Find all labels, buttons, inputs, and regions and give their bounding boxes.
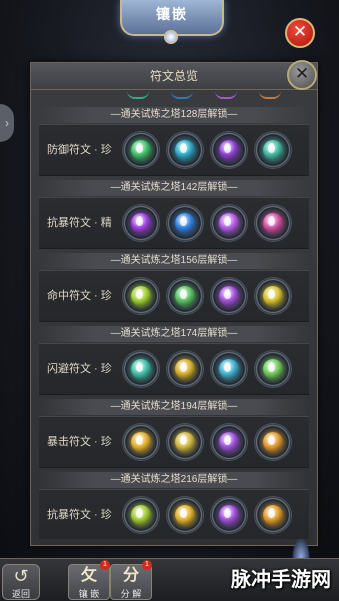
unlock-requirement: —通关试炼之塔128层解锁— — [39, 107, 309, 123]
rune-row: 暴击符文 · 珍 — [39, 416, 309, 468]
rune-gem-icon[interactable] — [211, 497, 247, 533]
tab-inlay-label: 镶 嵌 — [78, 589, 100, 599]
close-window-button[interactable]: ✕ — [285, 18, 315, 48]
rune-gem-icon[interactable] — [123, 278, 159, 314]
rune-name: 抗暴符文 · 精 — [47, 217, 112, 229]
rune-gem-icon[interactable] — [255, 132, 291, 168]
rune-gem-icon[interactable] — [211, 424, 247, 460]
rune-gem-icon[interactable] — [123, 132, 159, 168]
rune-gem-icon[interactable] — [167, 351, 203, 387]
rune-overview-panel: 符文总览 —通关试炼之塔128层解锁— 防御符文 · 珍 —通关试炼之塔142层解锁… — [30, 62, 318, 546]
previous-row-peek — [39, 91, 309, 105]
rune-gem-icon[interactable] — [167, 132, 203, 168]
rune-row: 抗暴符文 · 精 — [39, 197, 309, 249]
rune-gem-icon[interactable] — [211, 278, 247, 314]
rune-gem-icon[interactable] — [211, 205, 247, 241]
rune-gem-icon[interactable] — [123, 424, 159, 460]
rune-gem-icon[interactable] — [211, 351, 247, 387]
rune-gem-icon[interactable] — [211, 132, 247, 168]
unlock-requirement: —通关试炼之塔174层解锁— — [39, 326, 309, 342]
notification-badge: 1 — [142, 560, 152, 570]
unlock-requirement: —通关试炼之塔142层解锁— — [39, 180, 309, 196]
tab-decompose-label: 分 解 — [120, 589, 142, 599]
panel-title: 符文总览 — [31, 63, 317, 90]
unlock-requirement: —通关试炼之塔194层解锁— — [39, 399, 309, 415]
rune-gem-icon[interactable] — [167, 424, 203, 460]
rune-row: 抗暴符文 · 珍 — [39, 489, 309, 539]
unlock-requirement: —通关试炼之塔216层解锁— — [39, 472, 309, 488]
unlock-requirement: —通关试炼之塔156层解锁— — [39, 253, 309, 269]
rune-gem-icon[interactable] — [167, 278, 203, 314]
chevron-right-icon: › — [5, 116, 9, 130]
rune-gem-icon[interactable] — [255, 497, 291, 533]
rune-name: 抗暴符文 · 珍 — [47, 509, 112, 521]
rune-row: 防御符文 · 珍 — [39, 124, 309, 176]
rune-name: 防御符文 · 珍 — [47, 144, 112, 156]
rune-row: 闪避符文 · 珍 — [39, 343, 309, 395]
return-arrow-icon: ↺ — [13, 566, 29, 586]
rune-gem-icon[interactable] — [123, 351, 159, 387]
rune-gem-icon[interactable] — [255, 205, 291, 241]
rune-row: 命中符文 · 珍 — [39, 270, 309, 322]
close-icon: ✕ — [294, 64, 310, 83]
rune-gem-icon[interactable] — [255, 351, 291, 387]
close-panel-button[interactable]: ✕ — [287, 60, 317, 90]
rune-name: 闪避符文 · 珍 — [47, 363, 112, 375]
back-button[interactable]: ↺ 返回 — [2, 564, 40, 600]
rune-gem-icon[interactable] — [255, 424, 291, 460]
rune-gem-icon[interactable] — [123, 205, 159, 241]
rune-name: 命中符文 · 珍 — [47, 290, 112, 302]
rune-gem-icon[interactable] — [167, 205, 203, 241]
back-button-label: 返回 — [11, 589, 30, 599]
rune-gem-icon[interactable] — [255, 278, 291, 314]
side-expand-handle[interactable]: › — [0, 104, 14, 142]
notification-badge: 1 — [100, 560, 110, 570]
close-icon: ✕ — [292, 22, 308, 41]
site-watermark: 脉冲手游网 — [231, 567, 331, 591]
header-gem-ornament — [164, 30, 178, 44]
rune-name: 暴击符文 · 珍 — [47, 436, 112, 448]
rune-list[interactable]: —通关试炼之塔128层解锁— 防御符文 · 珍 —通关试炼之塔142层解锁— 抗暴符文… — [39, 91, 309, 539]
rune-gem-icon[interactable] — [167, 497, 203, 533]
rune-gem-icon[interactable] — [123, 497, 159, 533]
